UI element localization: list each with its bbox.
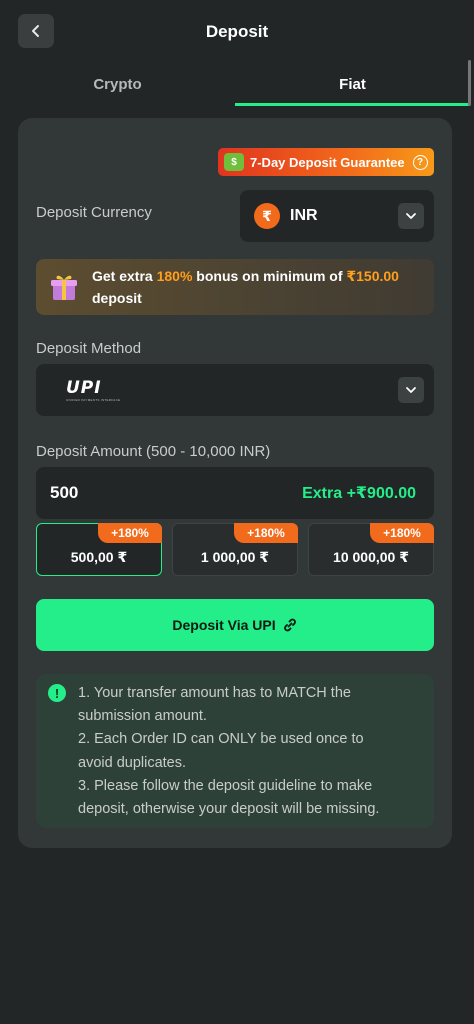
notice-text: 1. Your transfer amount has to MATCH the…	[78, 682, 430, 821]
amount-presets: +180% 500,00 ₹ +180% 1 000,00 ₹ +180% 10…	[36, 523, 434, 577]
preset-bonus-tag: +180%	[234, 523, 298, 543]
deposit-method-select[interactable]: UPI UNIFIED PAYMENTS INTERFACE	[36, 364, 434, 416]
notice-line: submission amount.	[78, 708, 207, 725]
deposit-amount-label: Deposit Amount (500 - 10,000 INR)	[36, 443, 271, 460]
tab-bar: Crypto Fiat	[0, 64, 470, 106]
deposit-method-label: Deposit Method	[36, 340, 142, 357]
preset-500[interactable]: +180% 500,00 ₹	[36, 523, 162, 576]
preset-1000[interactable]: +180% 1 000,00 ₹	[172, 523, 298, 576]
preset-value: 10 000,00 ₹	[333, 549, 409, 565]
bonus-prefix: Get extra	[92, 268, 157, 284]
bonus-percent: 180%	[156, 268, 193, 284]
notice-line: deposit, otherwise your deposit will be …	[78, 801, 380, 818]
upi-logo-subtext: UNIFIED PAYMENTS INTERFACE	[66, 398, 121, 402]
chevron-down-icon[interactable]	[398, 377, 424, 403]
amount-value: 500	[50, 483, 79, 502]
bonus-minimum: ₹150.00	[346, 268, 399, 284]
rupee-icon: ₹	[254, 203, 280, 229]
preset-bonus-tag: +180%	[98, 523, 162, 543]
bonus-suffix: deposit	[92, 290, 142, 306]
alert-icon: !	[48, 684, 66, 702]
deposit-card: $ 7-Day Deposit Guarantee ? Deposit Curr…	[18, 118, 452, 848]
scrollbar-thumb[interactable]	[468, 60, 471, 106]
deposit-notice: ! 1. Your transfer amount has to MATCH t…	[36, 674, 434, 828]
preset-10000[interactable]: +180% 10 000,00 ₹	[308, 523, 434, 576]
gift-icon	[50, 272, 78, 302]
deposit-currency-label: Deposit Currency	[36, 204, 152, 221]
link-icon	[283, 618, 296, 632]
notice-line: 2. Each Order ID can ONLY be used once t…	[78, 731, 364, 748]
notice-line: avoid duplicates.	[78, 754, 187, 771]
notice-line: 3. Please follow the deposit guideline t…	[78, 777, 373, 794]
bonus-text: Get extra 180% bonus on minimum of ₹150.…	[92, 265, 399, 309]
header: Deposit	[0, 0, 474, 62]
deposit-button-label: Deposit Via UPI	[172, 617, 276, 633]
preset-value: 1 000,00 ₹	[200, 549, 270, 565]
currency-code: INR	[290, 207, 318, 224]
amount-extra-bonus: Extra +₹900.00	[302, 485, 416, 502]
deposit-guarantee-badge[interactable]: $ 7-Day Deposit Guarantee ?	[218, 148, 434, 176]
guarantee-label: 7-Day Deposit Guarantee	[250, 154, 405, 170]
tab-fiat[interactable]: Fiat	[235, 64, 470, 106]
chevron-down-icon[interactable]	[398, 203, 424, 229]
preset-value: 500,00 ₹	[70, 549, 128, 565]
bonus-middle: bonus on minimum of	[192, 268, 347, 284]
page-title: Deposit	[205, 22, 269, 41]
upi-logo: UPI	[66, 378, 102, 398]
deposit-via-upi-button[interactable]: Deposit Via UPI	[36, 599, 434, 651]
help-icon[interactable]: ?	[412, 154, 428, 170]
tab-crypto[interactable]: Crypto	[0, 64, 235, 106]
bonus-banner: Get extra 180% bonus on minimum of ₹150.…	[36, 259, 434, 315]
guarantee-icon: $	[224, 153, 244, 171]
preset-bonus-tag: +180%	[370, 523, 434, 543]
currency-select[interactable]: ₹ INR	[240, 190, 434, 242]
deposit-amount-input[interactable]: 500 Extra +₹900.00	[36, 467, 434, 519]
notice-line: 1. Your transfer amount has to MATCH the	[78, 685, 351, 701]
